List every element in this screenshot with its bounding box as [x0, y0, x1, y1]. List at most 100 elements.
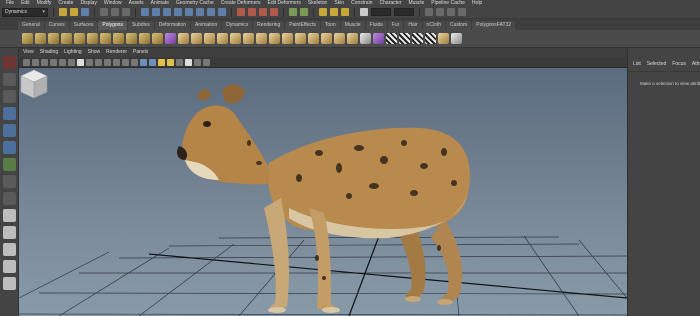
tab-toon[interactable]: Toon [320, 21, 340, 30]
rotate-tool-icon[interactable] [2, 124, 16, 137]
split-polygon-icon[interactable] [295, 33, 306, 44]
single-perspective-layout-icon[interactable] [2, 209, 16, 222]
offset-edge-loop-icon[interactable] [321, 33, 332, 44]
uv-spherical-map-icon[interactable] [412, 33, 423, 44]
snap-point-icon[interactable] [259, 8, 267, 16]
select-tool-icon[interactable] [2, 56, 16, 69]
menu-set-selector[interactable]: Dynamics [2, 7, 48, 17]
panel-menu-renderer[interactable]: Renderer [106, 48, 127, 57]
textured-icon[interactable] [185, 58, 192, 66]
boolean-icon[interactable] [217, 33, 228, 44]
render-settings-icon[interactable] [341, 8, 349, 16]
scale-tool-icon[interactable] [2, 141, 16, 154]
tab-general[interactable]: General [18, 21, 44, 30]
default-lighting-icon[interactable] [158, 58, 165, 66]
tab-deformation[interactable]: Deformation [154, 21, 190, 30]
film-gate-icon[interactable] [86, 58, 93, 66]
isolate-select-icon[interactable] [203, 58, 210, 66]
new-scene-icon[interactable] [59, 8, 67, 16]
select-component-icon[interactable] [122, 8, 130, 16]
resolution-gate-icon[interactable] [95, 58, 102, 66]
tool-settings-toggle-icon[interactable] [447, 8, 455, 16]
hypershade-layout-icon[interactable] [2, 277, 16, 290]
soft-mod-tool-icon[interactable] [2, 175, 16, 188]
tab-subdivs[interactable]: Subdivs [127, 21, 154, 30]
select-misc-icon[interactable] [218, 8, 226, 16]
fill-hole-icon[interactable] [256, 33, 267, 44]
xray-icon[interactable] [194, 58, 201, 66]
insert-edge-loop-icon[interactable] [308, 33, 319, 44]
make-hole-icon[interactable] [269, 33, 280, 44]
bookmarks-icon[interactable] [41, 58, 48, 66]
all-lights-icon[interactable] [167, 58, 174, 66]
ae-menu-selected[interactable]: Selected [647, 61, 666, 71]
persp-graph-layout-icon[interactable] [2, 260, 16, 273]
sidebar-toggle-icon[interactable] [425, 8, 433, 16]
channel-box-toggle-icon[interactable] [458, 8, 466, 16]
panel-menu-view[interactable]: View [23, 48, 34, 57]
select-handles-icon[interactable] [141, 8, 149, 16]
ae-menu-attributes[interactable]: Attributes [692, 61, 700, 71]
select-deformations-icon[interactable] [185, 8, 193, 16]
input-field-2[interactable] [394, 8, 414, 16]
select-curves-icon[interactable] [163, 8, 171, 16]
camera-attributes-icon[interactable] [32, 58, 39, 66]
poly-soccer-ball-icon[interactable] [152, 33, 163, 44]
tab-muscle[interactable]: Muscle [340, 21, 365, 30]
separate-icon[interactable] [191, 33, 202, 44]
paint-select-tool-icon[interactable] [2, 90, 16, 103]
poly-torus-icon[interactable] [87, 33, 98, 44]
poly-helix-icon[interactable] [139, 33, 150, 44]
poly-plane-icon[interactable] [74, 33, 85, 44]
move-tool-icon[interactable] [2, 107, 16, 120]
checker-icon[interactable] [451, 33, 462, 44]
field-chart-icon[interactable] [113, 58, 120, 66]
tab-curves[interactable]: Curves [44, 21, 69, 30]
merge-icon[interactable] [373, 33, 384, 44]
tab-custom[interactable]: Custom [446, 21, 472, 30]
poly-cube-icon[interactable] [35, 33, 46, 44]
tab-rendering[interactable]: Rendering [253, 21, 285, 30]
input-field[interactable] [371, 8, 391, 16]
tab-polygons[interactable]: Polygons [98, 21, 127, 30]
last-tool-icon[interactable] [2, 192, 16, 205]
attribute-editor-toggle-icon[interactable] [436, 8, 444, 16]
view-cube-icon[interactable] [19, 68, 49, 100]
platonic-solid-icon[interactable] [165, 33, 176, 44]
manipulator-tool-icon[interactable] [2, 158, 16, 171]
tab-animation[interactable]: Animation [190, 21, 222, 30]
image-plane-icon[interactable] [50, 58, 57, 66]
lasso-tool-icon[interactable] [2, 73, 16, 86]
gate-mask-icon[interactable] [104, 58, 111, 66]
construction-history-icon[interactable] [300, 8, 308, 16]
bridge-icon[interactable] [347, 33, 358, 44]
append-polygon-icon[interactable] [282, 33, 293, 44]
snap-plane-icon[interactable] [270, 8, 278, 16]
ae-menu-list[interactable]: List [633, 61, 641, 71]
camera-select-icon[interactable] [23, 58, 30, 66]
poly-prism-icon[interactable] [100, 33, 111, 44]
grease-pencil-icon[interactable] [68, 58, 75, 66]
select-hierarchy-icon[interactable] [100, 8, 108, 16]
poly-pipe-icon[interactable] [126, 33, 137, 44]
smooth-shade-icon[interactable] [149, 58, 156, 66]
panel-menu-show[interactable]: Show [88, 48, 101, 57]
history-icon[interactable] [289, 8, 297, 16]
select-dynamics-icon[interactable] [196, 8, 204, 16]
uv-editor-icon[interactable] [438, 33, 449, 44]
smooth-icon[interactable] [230, 33, 241, 44]
render-frame-icon[interactable] [319, 8, 327, 16]
safe-title-icon[interactable] [131, 58, 138, 66]
tab-fur[interactable]: Fur [387, 21, 404, 30]
select-rendering-icon[interactable] [207, 8, 215, 16]
tab-dynamics[interactable]: Dynamics [222, 21, 253, 30]
poly-sphere-icon[interactable] [22, 33, 33, 44]
panel-menu-panels[interactable]: Panels [133, 48, 148, 57]
ipr-render-icon[interactable] [330, 8, 338, 16]
open-scene-icon[interactable] [70, 8, 78, 16]
tab-polygonsfat32[interactable]: PolygonsFAT32 [472, 21, 516, 30]
wireframe-icon[interactable] [140, 58, 147, 66]
safe-action-icon[interactable] [122, 58, 129, 66]
poly-cylinder-icon[interactable] [48, 33, 59, 44]
tab-ncloth[interactable]: nCloth [422, 21, 445, 30]
